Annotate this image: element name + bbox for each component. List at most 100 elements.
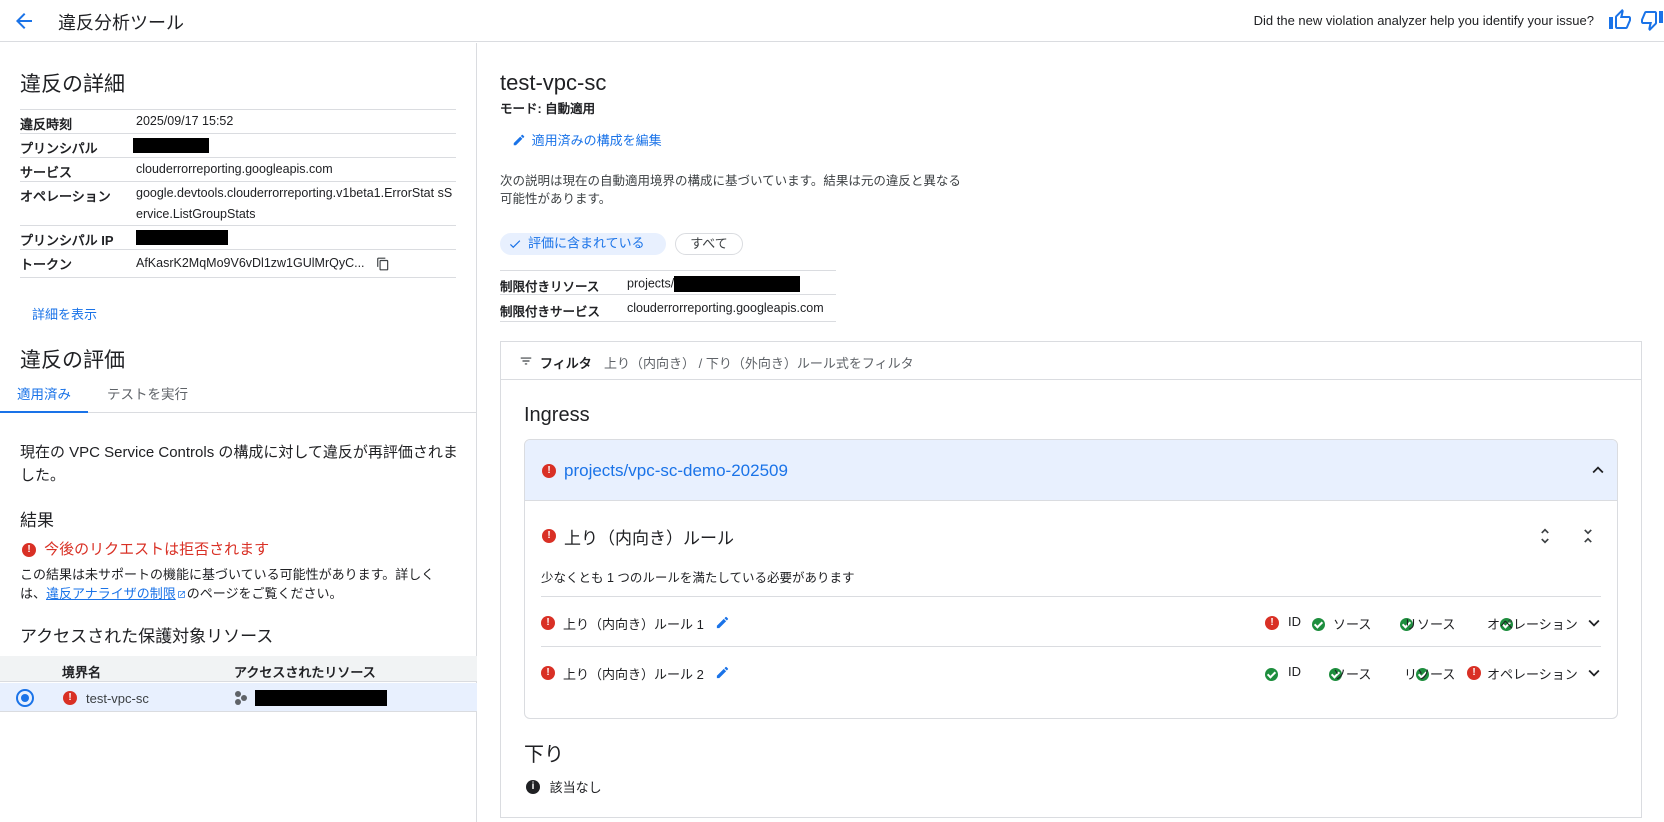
resources-heading: アクセスされた保護対象リソース: [20, 627, 274, 646]
restricted-table: 制限付きリソース projects/ 制限付きサービス clouderrorre…: [500, 270, 836, 324]
restricted-service-value: clouderrorreporting.googleapis.com: [627, 301, 824, 315]
tab-applied[interactable]: 適用済み: [0, 383, 88, 413]
rules-heading: 上り（内向き）ルール: [564, 529, 734, 548]
details-key: プリンシパル: [20, 141, 98, 156]
violation-details-heading: 違反の詳細: [20, 73, 125, 96]
egress-none-text: 該当なし: [549, 780, 602, 795]
top-bar: 違反分析ツール Did the new violation analyzer h…: [0, 0, 1664, 42]
radio-dot: [21, 694, 29, 702]
error-icon: !: [541, 666, 555, 680]
egress-none: i 該当なし: [526, 777, 602, 796]
chevron-up-icon[interactable]: [1587, 459, 1609, 481]
restricted-resource-row: 制限付きリソース projects/: [500, 270, 836, 294]
details-value: clouderrorreporting.googleapis.com: [136, 162, 333, 176]
column-header-resource: アクセスされたリソース: [234, 665, 376, 680]
chip-included[interactable]: 評価に含まれている: [500, 233, 666, 255]
details-row-token: トークン AfKasrK2MqMo9V6vDl1zw1GUlMrQyC...: [20, 249, 456, 278]
evaluation-tabs: 適用済み テストを実行: [0, 383, 477, 413]
error-icon: !: [542, 464, 556, 478]
thumb-down-icon[interactable]: [1640, 8, 1664, 32]
chevron-down-icon[interactable]: [1583, 612, 1605, 634]
rules-note: 少なくとも 1 つのルールを満たしている必要があります: [541, 571, 855, 585]
token-value: AfKasrK2MqMo9V6vDl1zw1GUlMrQyC...: [136, 256, 365, 270]
details-key: 違反時刻: [20, 117, 73, 132]
pencil-icon: [512, 133, 526, 147]
project-icon: [233, 690, 249, 706]
filter-icon: [519, 354, 533, 368]
redacted-block: [136, 230, 228, 246]
details-value: [136, 227, 458, 248]
chip-included-label: 評価に含まれている: [528, 235, 645, 251]
check-label-operation: オペレーション: [1487, 617, 1578, 632]
column-header-perimeter: 境界名: [62, 665, 102, 680]
restricted-resource-value: projects/: [627, 276, 801, 292]
perimeter-title: test-vpc-sc: [500, 70, 607, 95]
error-icon: !: [1265, 616, 1279, 630]
pencil-icon[interactable]: [715, 665, 730, 680]
back-arrow-icon[interactable]: [12, 9, 36, 33]
details-row-operation: オペレーション google.devtools.clouderrorreport…: [20, 181, 456, 225]
details-value: AfKasrK2MqMo9V6vDl1zw1GUlMrQyC...: [136, 253, 458, 274]
note-suffix: のページをご覧ください。: [186, 586, 343, 601]
result-text: 今後のリクエストは拒否されます: [44, 541, 270, 558]
error-icon: !: [541, 616, 555, 630]
show-more-link[interactable]: 詳細を表示: [32, 304, 97, 323]
redacted-block: [674, 276, 801, 292]
feedback-question: Did the new violation analyzer help you …: [1253, 13, 1594, 28]
edit-config-link[interactable]: 適用済みの構成を編集: [512, 130, 662, 149]
copy-icon[interactable]: [376, 257, 390, 271]
filter-bar[interactable]: フィルタ 上り（内向き） / 下り（外向き）ルール式をフィルタ: [501, 342, 1641, 380]
chip-all[interactable]: すべて: [675, 233, 743, 255]
tab-dry-run[interactable]: テストを実行: [107, 383, 188, 413]
radio-button[interactable]: [16, 689, 34, 707]
limitations-link[interactable]: 違反アナライザの制限: [46, 586, 176, 601]
perimeter-explanation: 次の説明は現在の自動適用境界の構成に基づいています。結果は元の違反と異なる可能性…: [500, 174, 961, 206]
details-row-principal-ip: プリンシパル IP: [20, 225, 456, 249]
external-link-icon: [177, 590, 186, 599]
error-icon: !: [63, 691, 77, 705]
rule-name: 上り（内向き）ルール 1: [563, 617, 704, 632]
ingress-rule-row[interactable]: ! 上り（内向き）ルール 1 ! ID ソース リソース オペレーション: [541, 596, 1601, 649]
chevron-down-icon[interactable]: [1583, 662, 1605, 684]
perimeter-name: test-vpc-sc: [86, 691, 149, 706]
details-key: トークン: [20, 257, 73, 272]
app-title: 違反分析ツール: [58, 13, 184, 33]
collapse-all-icon[interactable]: [1578, 526, 1598, 546]
details-value: [133, 135, 455, 156]
details-table: 違反時刻 2025/09/17 15:52 プリンシパル サービス cloude…: [20, 109, 456, 285]
restricted-service-row: 制限付きサービス clouderrorreporting.googleapis.…: [500, 294, 836, 322]
check-label-operation: オペレーション: [1487, 667, 1578, 682]
check-icon: [508, 237, 522, 251]
check-circle-icon: [1265, 668, 1278, 682]
restricted-service-label: 制限付きサービス: [500, 305, 601, 319]
project-header[interactable]: ! projects/vpc-sc-demo-202509: [525, 440, 1617, 501]
ingress-project-card: ! projects/vpc-sc-demo-202509 ! 上り（内向き）ル…: [524, 439, 1618, 719]
error-icon: !: [22, 543, 36, 558]
rule-name: 上り（内向き）ルール 2: [563, 667, 704, 682]
details-row-service: サービス clouderrorreporting.googleapis.com: [20, 157, 456, 181]
error-icon: !: [542, 529, 556, 543]
check-label-source: ソース: [1333, 617, 1372, 632]
filter-label: フィルタ: [540, 356, 592, 371]
details-key: プリンシパル IP: [20, 233, 114, 248]
check-label-resource: リソース: [1404, 617, 1456, 632]
result-status: ! 今後のリクエストは拒否されます: [22, 538, 269, 559]
thumb-up-icon[interactable]: [1608, 8, 1632, 32]
resources-table-header: 境界名 アクセスされたリソース: [0, 656, 477, 682]
details-value: google.devtools.clouderrorreporting.v1be…: [136, 186, 453, 221]
check-label-resource: リソース: [1404, 667, 1456, 682]
table-row[interactable]: ! test-vpc-sc: [0, 683, 477, 712]
expand-all-icon[interactable]: [1535, 526, 1555, 546]
filter-placeholder[interactable]: 上り（内向き） / 下り（外向き）ルール式をフィルタ: [604, 353, 914, 372]
check-circle-icon: [1312, 618, 1325, 632]
details-key: サービス: [20, 165, 73, 180]
details-value: 2025/09/17 15:52: [136, 114, 234, 128]
project-link[interactable]: projects/vpc-sc-demo-202509: [564, 461, 788, 481]
info-icon: i: [526, 779, 540, 794]
ingress-rule-row[interactable]: ! 上り（内向き）ルール 2 ID ソース リソース ! オペレーション: [541, 646, 1601, 699]
redacted-block: [255, 690, 387, 706]
details-row-principal: プリンシパル: [20, 133, 456, 157]
pencil-icon[interactable]: [715, 615, 730, 630]
details-key: オペレーション: [20, 189, 111, 204]
check-label-id: ID: [1288, 664, 1301, 679]
